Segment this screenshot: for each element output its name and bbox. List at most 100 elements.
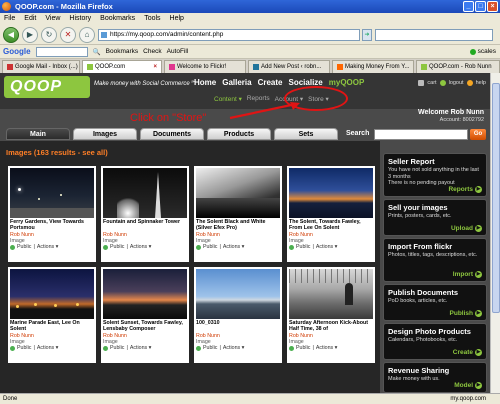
go-arrow-icon[interactable]: ➜ <box>362 29 372 41</box>
welcome-text: Welcome Rob Nunn <box>418 109 484 116</box>
public-status-icon <box>103 345 108 351</box>
check-button[interactable]: Check <box>143 48 161 55</box>
menu-file[interactable]: File <box>4 13 15 25</box>
reload-icon[interactable]: ↻ <box>41 27 57 43</box>
image-card[interactable]: Ferry Gardens, View Towards Portsmou Rob… <box>8 166 96 262</box>
image-title[interactable]: The Solent, Towards Fawley, From Lee On … <box>289 219 373 232</box>
image-thumbnail[interactable] <box>289 168 373 218</box>
browser-tab[interactable]: Making Money From Y... <box>332 60 414 73</box>
menu-edit[interactable]: Edit <box>24 13 36 25</box>
image-title[interactable]: The Solent Black and White (Silver Efex … <box>196 219 280 232</box>
actions-dropdown[interactable]: Actions ▾ <box>316 345 338 351</box>
close-icon[interactable]: × <box>487 1 498 12</box>
help-icon[interactable] <box>466 80 473 86</box>
image-title[interactable]: 100_0310 <box>196 320 280 333</box>
image-thumbnail[interactable] <box>10 168 94 218</box>
tab-close-icon[interactable]: × <box>153 61 157 73</box>
create-button[interactable]: Create ▶ <box>453 349 482 356</box>
actions-dropdown[interactable]: Actions ▾ <box>316 244 338 250</box>
menu-view[interactable]: View <box>45 13 60 25</box>
import-button[interactable]: Import ▶ <box>453 271 482 278</box>
actions-dropdown[interactable]: Actions ▾ <box>223 345 245 351</box>
model-button[interactable]: Model ▶ <box>454 382 482 389</box>
logout-link[interactable]: logout <box>449 80 464 86</box>
image-thumbnail[interactable] <box>103 168 187 218</box>
arrow-right-icon: ▶ <box>475 186 482 193</box>
tab-images[interactable]: Images <box>73 128 137 140</box>
browser-tab-active[interactable]: QOOP.com × <box>82 60 162 73</box>
url-input[interactable]: https://my.qoop.com/admin/content.php <box>98 29 360 41</box>
maximize-icon[interactable]: □ <box>475 1 486 12</box>
window-title: QOOP.com - Mozilla Firefox <box>15 2 113 11</box>
google-search-icon[interactable]: 🔍 <box>93 48 101 56</box>
cart-icon[interactable] <box>418 80 425 86</box>
browser-search-input[interactable] <box>375 29 493 41</box>
image-card[interactable]: Saturday Afternoon Kick-About Half Time,… <box>287 267 375 363</box>
stop-icon[interactable]: ✕ <box>60 27 76 43</box>
image-thumbnail[interactable] <box>10 269 94 319</box>
browser-tab[interactable]: Google Mail - Inbox (...) <box>2 60 80 73</box>
public-status-icon <box>289 345 294 351</box>
tab-sets[interactable]: Sets <box>274 128 338 140</box>
reports-button[interactable]: Reports ▶ <box>448 186 482 193</box>
image-thumbnail[interactable] <box>289 269 373 319</box>
image-card[interactable]: 100_0310 Rob Nunn Image Public | Actions ▾ <box>194 267 282 363</box>
nav-create[interactable]: Create <box>258 78 283 87</box>
browser-tab[interactable]: Welcome to Flickr! <box>164 60 246 73</box>
vertical-scrollbar[interactable] <box>490 73 500 393</box>
menu-tools[interactable]: Tools <box>144 13 160 25</box>
help-link[interactable]: help <box>476 80 486 86</box>
cart-link[interactable]: cart <box>427 80 436 86</box>
nav-home[interactable]: Home <box>194 78 216 87</box>
menu-history[interactable]: History <box>69 13 91 25</box>
tab-main[interactable]: Main <box>6 128 70 140</box>
image-title[interactable]: Solent Sunset, Towards Fawley, Lensbaby … <box>103 320 187 333</box>
home-icon[interactable]: ⌂ <box>79 27 95 43</box>
image-card[interactable]: The Solent, Towards Fawley, From Lee On … <box>287 166 375 262</box>
upload-button[interactable]: Upload ▶ <box>451 225 482 232</box>
actions-dropdown[interactable]: Actions ▾ <box>223 244 245 250</box>
image-card[interactable]: Marine Parade East, Lee On Solent Rob Nu… <box>8 267 96 363</box>
image-title[interactable]: Fountain and Spinnaker Tower <box>103 219 187 232</box>
image-thumbnail[interactable] <box>103 269 187 319</box>
bookmarks-button[interactable]: Bookmarks <box>106 48 139 55</box>
image-card[interactable]: Fountain and Spinnaker Tower Rob Nunn Im… <box>101 166 189 262</box>
google-search-input[interactable] <box>35 46 88 57</box>
site-search-go-button[interactable]: Go <box>470 129 486 140</box>
browser-tab[interactable]: Add New Post ‹ robn... <box>248 60 330 73</box>
window-titlebar: QOOP.com - Mozilla Firefox _ □ × <box>0 0 500 13</box>
image-card[interactable]: The Solent Black and White (Silver Efex … <box>194 166 282 262</box>
actions-dropdown[interactable]: Actions ▾ <box>130 244 152 250</box>
actions-dropdown[interactable]: Actions ▾ <box>37 244 59 250</box>
image-card[interactable]: Solent Sunset, Towards Fawley, Lensbaby … <box>101 267 189 363</box>
browser-tab[interactable]: QOOP.com - Rob Nunn <box>416 60 500 73</box>
tab-products[interactable]: Products <box>207 128 271 140</box>
image-thumbnail[interactable] <box>196 269 280 319</box>
image-title[interactable]: Marine Parade East, Lee On Solent <box>10 320 94 333</box>
tab-documents[interactable]: Documents <box>140 128 204 140</box>
images-heading[interactable]: Images (163 results - see all) <box>6 148 108 157</box>
minimize-icon[interactable]: _ <box>463 1 474 12</box>
scales-button[interactable]: scales <box>478 48 496 55</box>
autofill-button[interactable]: AutoFill <box>167 48 189 55</box>
nav-galleria[interactable]: Galleria <box>222 78 251 87</box>
image-title[interactable]: Ferry Gardens, View Towards Portsmou <box>10 219 94 232</box>
nav-myqoop[interactable]: myQOOP <box>329 78 365 87</box>
menu-bookmarks[interactable]: Bookmarks <box>100 13 135 25</box>
qoop-logo[interactable]: QOOP <box>4 76 90 98</box>
back-arrow-icon[interactable]: ◀ <box>3 27 19 43</box>
arrow-right-icon: ▶ <box>475 271 482 278</box>
actions-dropdown[interactable]: Actions ▾ <box>130 345 152 351</box>
actions-dropdown[interactable]: Actions ▾ <box>37 345 59 351</box>
menu-help[interactable]: Help <box>170 13 184 25</box>
site-search-input[interactable] <box>374 129 468 140</box>
forward-arrow-icon[interactable]: ▶ <box>22 27 38 43</box>
gmail-favicon-icon <box>7 64 13 70</box>
public-status-icon <box>10 244 15 250</box>
image-thumbnail[interactable] <box>196 168 280 218</box>
scrollbar-thumb[interactable] <box>492 83 500 313</box>
menu-bar: File Edit View History Bookmarks Tools H… <box>0 13 500 25</box>
image-title[interactable]: Saturday Afternoon Kick-About Half Time,… <box>289 320 373 333</box>
publish-button[interactable]: Publish ▶ <box>450 310 482 317</box>
logout-icon[interactable] <box>439 80 446 86</box>
